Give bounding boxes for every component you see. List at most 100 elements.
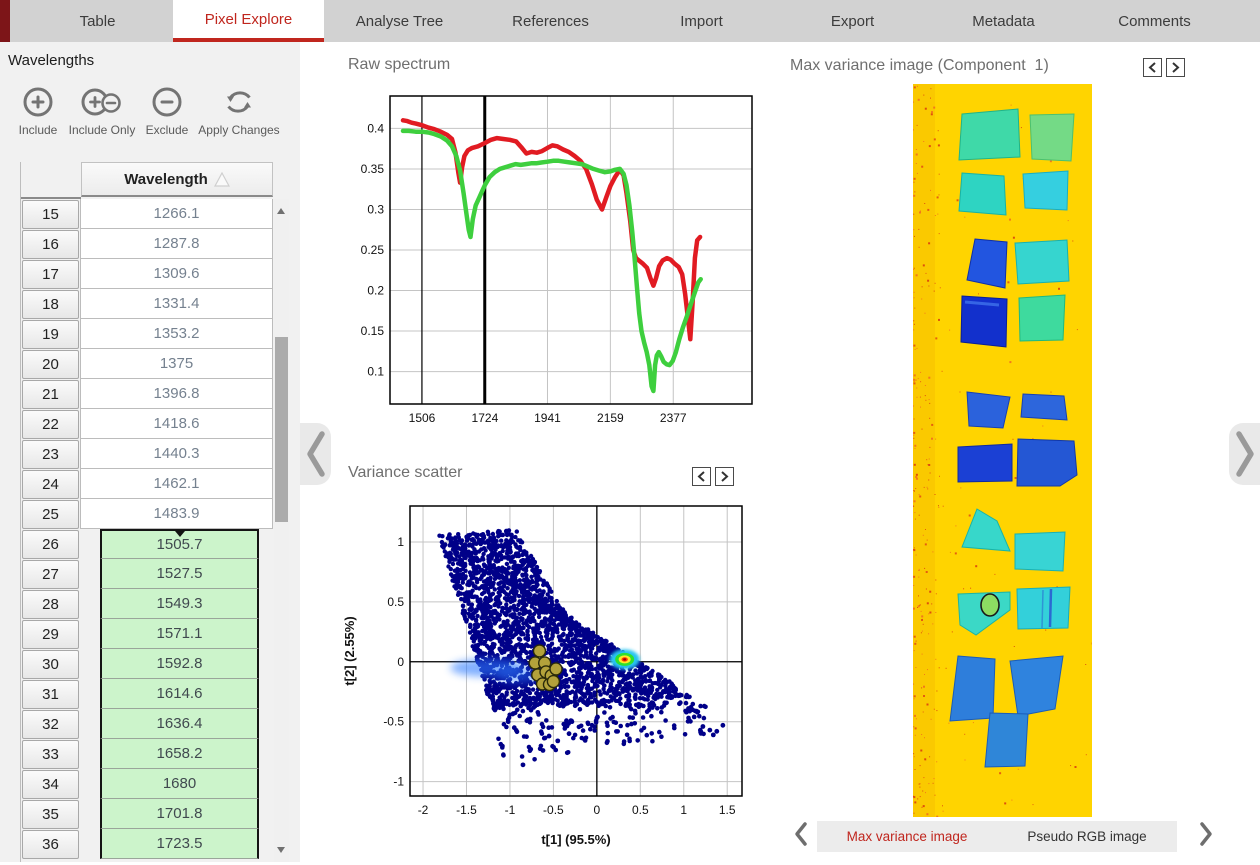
wavelength-value[interactable]: 1527.5 — [100, 559, 259, 589]
max-variance-title: Max variance image (Component 1) — [790, 57, 1049, 75]
scatter-prev-button[interactable] — [692, 467, 711, 486]
wavelength-row: 35 1701.8 — [21, 799, 273, 829]
wavelength-value[interactable]: 1658.2 — [100, 739, 259, 769]
selected-pixel-point[interactable] — [547, 676, 559, 688]
sample-patch[interactable] — [967, 392, 1010, 428]
component-next-button[interactable] — [1166, 58, 1185, 77]
wavelength-value[interactable]: 1331.4 — [80, 288, 273, 319]
table-scrollbar[interactable] — [274, 199, 289, 862]
row-index[interactable]: 21 — [22, 380, 79, 409]
expand-right-panel-button[interactable] — [1229, 423, 1260, 485]
wavelength-row: 231440.3 — [21, 439, 273, 469]
row-index[interactable]: 26 — [22, 530, 79, 559]
wavelength-value[interactable]: 1375 — [80, 348, 273, 379]
sample-patch[interactable] — [959, 109, 1020, 160]
nav-tab-comments[interactable]: Comments — [1079, 0, 1230, 42]
sample-patch[interactable] — [1023, 171, 1068, 210]
row-index[interactable]: 22 — [22, 410, 79, 439]
row-index[interactable]: 32 — [22, 710, 79, 739]
selected-pixel-point[interactable] — [550, 663, 562, 675]
image-tabs-prev-button[interactable] — [793, 820, 809, 853]
collapse-left-panel-button[interactable] — [300, 423, 331, 485]
scroll-down-arrow-icon[interactable] — [277, 847, 285, 857]
scrollbar-thumb[interactable] — [275, 337, 288, 522]
tool-exclude-button[interactable]: Exclude — [135, 82, 199, 137]
wavelength-value[interactable]: 1505.7 — [100, 529, 259, 559]
sample-patch[interactable] — [958, 444, 1012, 482]
nav-tab-export[interactable]: Export — [777, 0, 928, 42]
sample-patch[interactable] — [950, 656, 995, 721]
row-index[interactable]: 24 — [22, 470, 79, 499]
wavelength-value[interactable]: 1636.4 — [100, 709, 259, 739]
sample-patch[interactable] — [1030, 114, 1074, 161]
row-index[interactable]: 20 — [22, 350, 79, 379]
wavelength-value[interactable]: 1701.8 — [100, 799, 259, 829]
row-index[interactable]: 33 — [22, 740, 79, 769]
raw-spectrum-chart[interactable]: 150617241941215923770.10.150.20.250.30.3… — [352, 88, 756, 439]
scatter-next-button[interactable] — [715, 467, 734, 486]
wavelength-value[interactable]: 1549.3 — [100, 589, 259, 619]
svg-text:2377: 2377 — [660, 411, 687, 425]
row-index[interactable]: 31 — [22, 680, 79, 709]
wavelength-value[interactable]: 1483.9 — [80, 498, 273, 529]
row-index[interactable]: 15 — [22, 200, 79, 229]
row-index[interactable]: 28 — [22, 590, 79, 619]
wavelength-value[interactable]: 1287.8 — [80, 228, 273, 259]
sample-patch[interactable] — [1017, 439, 1077, 486]
row-index[interactable]: 35 — [22, 800, 79, 829]
row-index[interactable]: 29 — [22, 620, 79, 649]
wavelength-column-header[interactable]: Wavelength — [81, 162, 273, 197]
wavelength-value[interactable]: 1462.1 — [80, 468, 273, 499]
wavelength-value[interactable]: 1723.5 — [100, 829, 259, 859]
exclude-icon — [135, 82, 199, 120]
row-index[interactable]: 16 — [22, 230, 79, 259]
wavelength-value[interactable]: 1614.6 — [100, 679, 259, 709]
tool-include-button[interactable]: Include — [8, 82, 68, 137]
row-index[interactable]: 30 — [22, 650, 79, 679]
nav-tab-analyse-tree[interactable]: Analyse Tree — [324, 0, 475, 42]
row-index[interactable]: 36 — [22, 830, 79, 859]
row-index[interactable]: 19 — [22, 320, 79, 349]
image-tab-pseudo-rgb-image[interactable]: Pseudo RGB image — [997, 821, 1177, 852]
max-variance-heatmap-image[interactable] — [913, 84, 1092, 822]
sample-patch[interactable] — [985, 713, 1028, 767]
selected-pixel-point[interactable] — [533, 645, 545, 657]
scroll-up-arrow-icon[interactable] — [277, 204, 285, 214]
wavelength-value[interactable]: 1592.8 — [100, 649, 259, 679]
wavelength-value[interactable]: 1266.1 — [80, 199, 273, 229]
tool-apply-changes-button[interactable]: Apply Changes — [193, 82, 285, 137]
sample-patch[interactable] — [1019, 295, 1065, 341]
image-tabs-next-button[interactable] — [1198, 820, 1214, 853]
nav-tab-import[interactable]: Import — [626, 0, 777, 42]
wavelength-value[interactable]: 1309.6 — [80, 258, 273, 289]
variance-scatter-title: Variance scatter — [348, 464, 462, 482]
nav-tab-table[interactable]: Table — [22, 0, 173, 42]
nav-tab-metadata[interactable]: Metadata — [928, 0, 1079, 42]
nav-tab-pixel-explore[interactable]: Pixel Explore — [173, 0, 324, 42]
sample-patch[interactable] — [1015, 240, 1069, 284]
wavelength-value[interactable]: 1418.6 — [80, 408, 273, 439]
sample-patch[interactable] — [1010, 656, 1063, 716]
row-index[interactable]: 17 — [22, 260, 79, 289]
row-index[interactable]: 27 — [22, 560, 79, 589]
wavelength-value[interactable]: 1680 — [100, 769, 259, 799]
svg-text:1: 1 — [680, 803, 687, 817]
tool-include-only-button[interactable]: Include Only — [62, 82, 142, 137]
wavelength-value[interactable]: 1440.3 — [80, 438, 273, 469]
sample-patch[interactable] — [1021, 394, 1067, 420]
component-prev-button[interactable] — [1143, 58, 1162, 77]
row-index[interactable]: 34 — [22, 770, 79, 799]
nav-tab-references[interactable]: References — [475, 0, 626, 42]
sample-patch[interactable] — [1015, 532, 1065, 571]
nav-tab-strip: TablePixel ExploreAnalyse TreeReferences… — [22, 0, 1230, 42]
row-index[interactable]: 23 — [22, 440, 79, 469]
sample-patch[interactable] — [959, 173, 1006, 215]
wavelength-value[interactable]: 1571.1 — [100, 619, 259, 649]
row-index[interactable]: 18 — [22, 290, 79, 319]
variance-scatter-chart[interactable]: -2-1.5-1-0.500.511.5-1-0.500.51t[1] (95.… — [336, 496, 760, 865]
row-index[interactable]: 25 — [22, 500, 79, 529]
wavelength-value[interactable]: 1353.2 — [80, 318, 273, 349]
wavelength-value[interactable]: 1396.8 — [80, 378, 273, 409]
selected-region-outline[interactable] — [981, 594, 999, 616]
image-tab-max-variance-image[interactable]: Max variance image — [817, 821, 997, 852]
